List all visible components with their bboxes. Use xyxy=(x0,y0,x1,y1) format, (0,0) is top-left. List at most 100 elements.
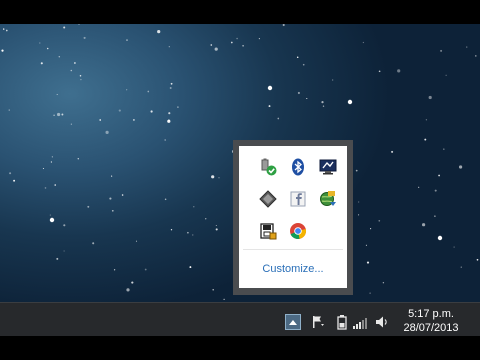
star xyxy=(63,224,66,227)
star xyxy=(57,112,61,117)
globe-network-icon[interactable] xyxy=(319,190,337,208)
star xyxy=(434,215,436,217)
star xyxy=(53,114,55,116)
star xyxy=(144,268,147,271)
star xyxy=(434,189,437,192)
star xyxy=(459,165,463,169)
battery-icon[interactable] xyxy=(334,314,350,330)
star xyxy=(297,91,300,95)
star xyxy=(70,123,73,125)
save-disk-icon[interactable] xyxy=(259,222,277,240)
star xyxy=(355,169,358,172)
star xyxy=(135,240,138,242)
bluetooth-icon[interactable] xyxy=(289,158,307,176)
star xyxy=(80,78,82,81)
star xyxy=(378,219,381,222)
star xyxy=(192,234,194,236)
facebook-icon[interactable] xyxy=(289,190,307,208)
star xyxy=(214,47,218,51)
star xyxy=(424,138,427,141)
diamond-app-icon[interactable] xyxy=(259,190,277,208)
star xyxy=(111,175,113,177)
star xyxy=(453,246,455,248)
star xyxy=(3,28,5,30)
star xyxy=(321,101,324,104)
taskbar: 5:17 p.m. 28/07/2013 xyxy=(0,302,480,337)
star xyxy=(378,70,381,73)
star xyxy=(121,194,124,196)
star xyxy=(56,257,59,260)
star xyxy=(9,172,12,175)
star xyxy=(282,24,285,27)
star xyxy=(8,109,10,111)
star xyxy=(74,62,76,64)
star xyxy=(42,168,44,169)
star xyxy=(118,109,121,112)
customize-link[interactable]: Customize... xyxy=(239,263,347,275)
star xyxy=(13,179,16,182)
star xyxy=(164,139,167,141)
usb-safely-remove-icon[interactable] xyxy=(259,158,277,176)
star xyxy=(460,266,462,268)
bright-star xyxy=(267,85,273,91)
star xyxy=(177,106,179,108)
star xyxy=(268,105,271,108)
star xyxy=(358,214,360,216)
popup-divider xyxy=(243,249,343,250)
star xyxy=(111,209,114,212)
star xyxy=(242,44,244,47)
star xyxy=(358,201,360,203)
star xyxy=(157,30,161,34)
display-monitor-icon[interactable] xyxy=(319,158,337,176)
star xyxy=(215,228,218,231)
star xyxy=(218,177,220,179)
star xyxy=(63,26,66,29)
letterbox-top xyxy=(0,0,480,24)
star xyxy=(236,37,238,40)
star xyxy=(211,175,215,179)
volume-icon[interactable] xyxy=(374,314,390,330)
star xyxy=(77,158,80,160)
star xyxy=(126,39,128,41)
star xyxy=(476,258,479,261)
network-signal-icon[interactable] xyxy=(352,314,368,330)
star xyxy=(58,55,61,58)
chrome-icon[interactable] xyxy=(289,222,307,240)
star xyxy=(223,298,225,300)
star xyxy=(56,93,58,96)
star xyxy=(362,41,365,44)
action-center-flag-icon[interactable] xyxy=(310,314,326,330)
star xyxy=(230,41,233,44)
star xyxy=(258,38,260,40)
show-hidden-icons-button[interactable] xyxy=(285,314,301,330)
star xyxy=(366,261,370,264)
bright-star xyxy=(347,99,353,105)
star xyxy=(79,74,82,77)
star xyxy=(147,90,150,93)
star xyxy=(168,46,170,48)
star xyxy=(54,184,56,186)
star xyxy=(428,95,432,100)
star xyxy=(169,87,172,89)
taskbar-clock[interactable]: 5:17 p.m. 28/07/2013 xyxy=(392,307,470,335)
star xyxy=(61,113,64,116)
star xyxy=(296,56,299,59)
star xyxy=(397,69,401,73)
star xyxy=(83,36,86,39)
star xyxy=(193,206,195,208)
star xyxy=(164,198,167,201)
star xyxy=(113,269,116,271)
clock-date: 28/07/2013 xyxy=(403,322,459,334)
star xyxy=(212,288,214,291)
star xyxy=(277,117,280,120)
star xyxy=(332,79,334,81)
star xyxy=(391,150,394,153)
star xyxy=(87,205,90,208)
star xyxy=(210,44,213,46)
letterbox-bottom xyxy=(0,336,480,360)
star xyxy=(40,62,43,65)
star xyxy=(322,105,325,107)
star xyxy=(369,292,371,294)
star xyxy=(170,82,173,85)
star xyxy=(370,228,372,230)
